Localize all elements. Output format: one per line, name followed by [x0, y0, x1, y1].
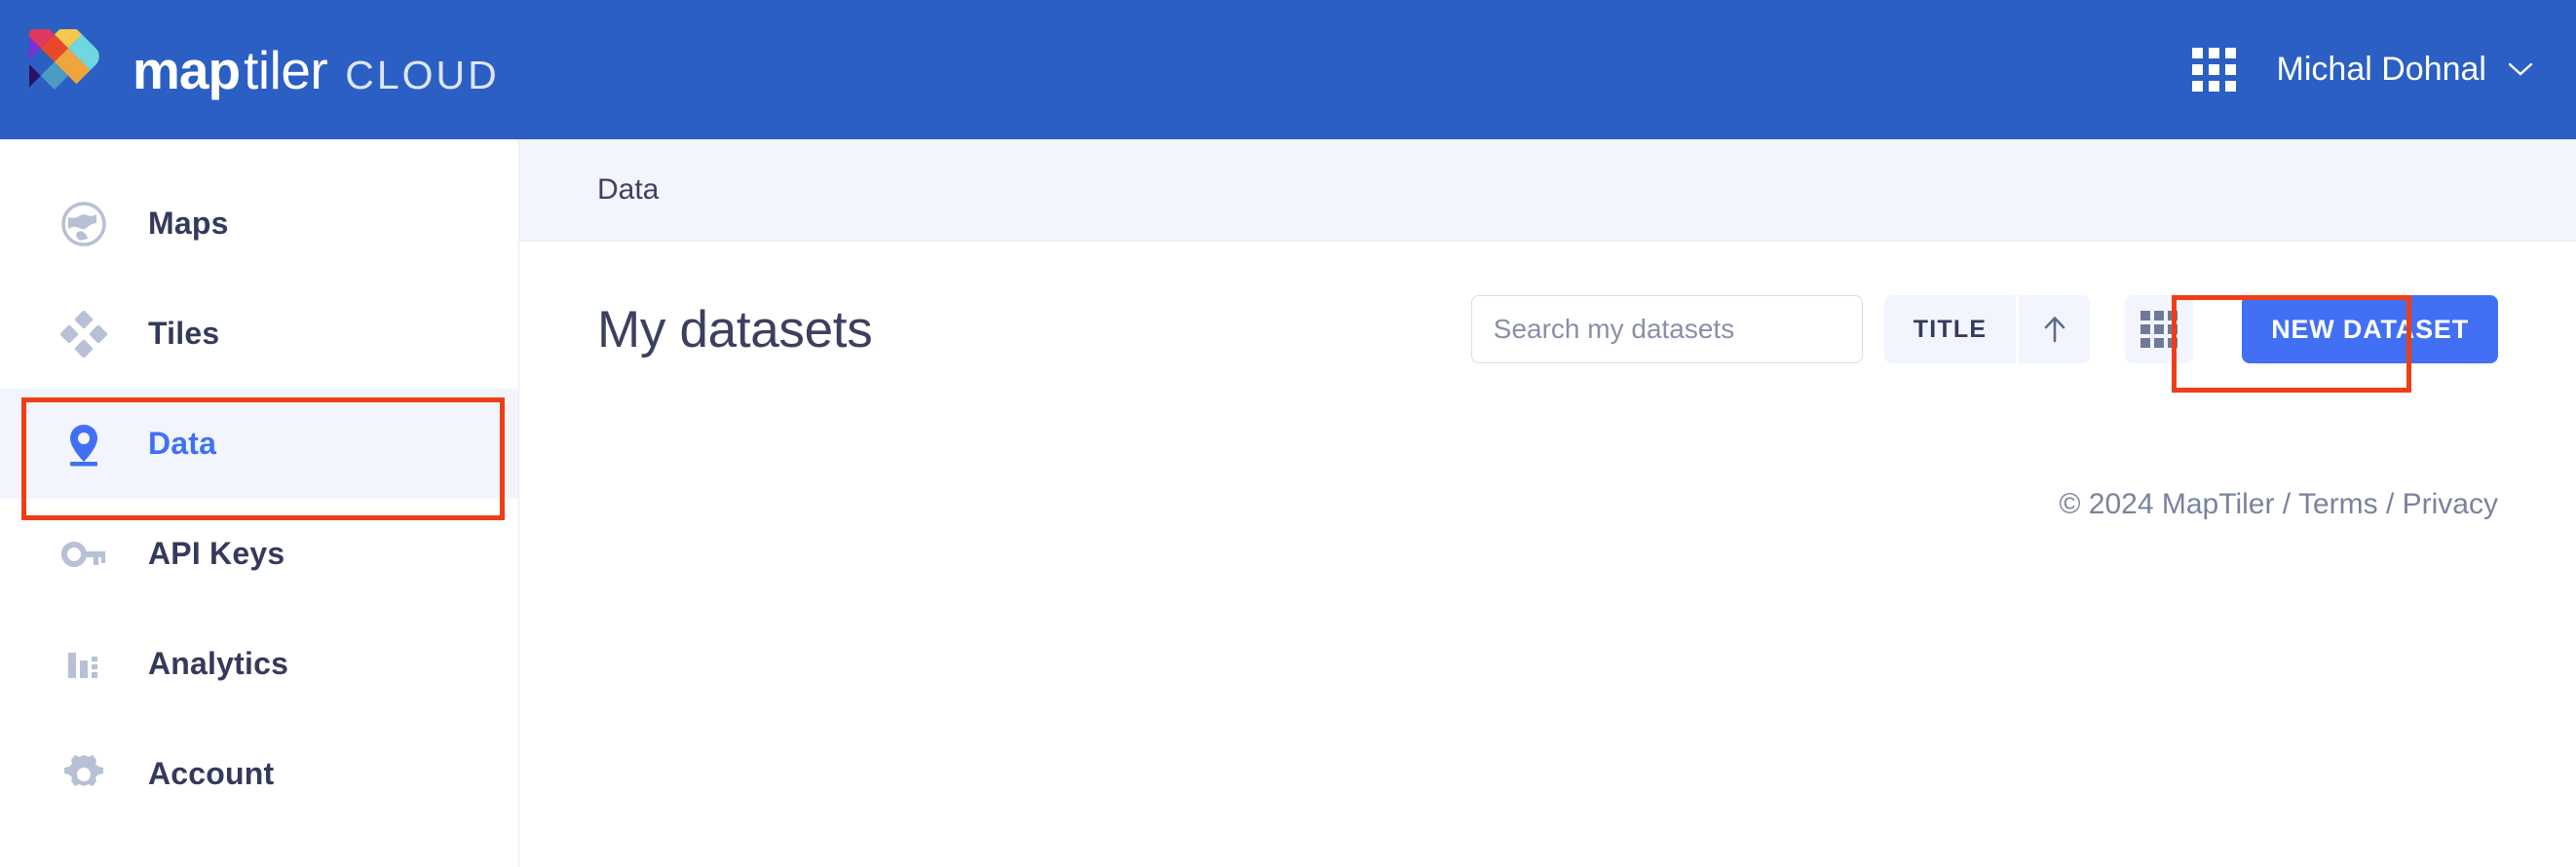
header-actions: Michal Dohnal [2191, 48, 2533, 92]
sidebar-item-analytics[interactable]: Analytics [0, 609, 518, 719]
sidebar-item-data[interactable]: Data [0, 389, 518, 499]
breadcrumb-item-data[interactable]: Data [597, 173, 659, 207]
arrow-up-icon [2044, 317, 2065, 343]
datasets-toolbar: My datasets TITLE NEW DATASE [597, 295, 2498, 363]
sidebar-item-label: Analytics [148, 646, 289, 681]
footer-separator-2: / [2385, 488, 2395, 520]
wordmark-cloud: CLOUD [345, 52, 500, 97]
main-content: Data My datasets TITLE [519, 139, 2576, 867]
footer-privacy-link[interactable]: Privacy [2403, 488, 2498, 520]
sidebar-item-label: Tiles [148, 316, 220, 351]
footer-terms-link[interactable]: Terms [2298, 488, 2378, 520]
sort-field-button[interactable]: TITLE [1883, 295, 2017, 363]
grid-view-toggle[interactable] [2125, 295, 2194, 363]
gear-icon [58, 751, 109, 798]
wordmark-tiler: tiler [244, 39, 328, 100]
toolbar-controls: TITLE NEW DATASET [1470, 295, 2498, 363]
breadcrumb: Data [519, 139, 2576, 242]
app-header: map tiler CLOUD Michal Dohnal [0, 0, 2576, 139]
tiles-icon [58, 310, 109, 358]
new-dataset-button[interactable]: NEW DATASET [2242, 295, 2498, 363]
datasets-panel: My datasets TITLE NEW DATASE [519, 242, 2576, 521]
sidebar-item-label: Data [148, 426, 217, 461]
footer-separator-1: / [2282, 488, 2292, 520]
sidebar-item-label: Account [148, 756, 275, 791]
grid-view-icon [2140, 311, 2178, 348]
sidebar-item-api-keys[interactable]: API Keys [0, 499, 518, 609]
brand-wordmark: map tiler CLOUD [133, 39, 500, 101]
user-menu[interactable]: Michal Dohnal [2277, 51, 2533, 89]
search-input[interactable] [1470, 295, 1863, 363]
sort-direction-button[interactable] [2019, 295, 2091, 363]
bar-chart-icon [58, 641, 109, 688]
maptiler-logo-icon [29, 28, 99, 90]
wordmark-map: map [133, 39, 241, 100]
user-name-label: Michal Dohnal [2276, 51, 2486, 88]
globe-icon [58, 201, 109, 247]
brand-logo[interactable]: map tiler CLOUD [29, 28, 500, 111]
footer-copyright: © 2024 MapTiler [2059, 488, 2275, 520]
key-icon [58, 531, 109, 578]
sidebar-item-label: Maps [148, 206, 229, 241]
sort-control: TITLE [1883, 295, 2091, 363]
chevron-down-icon [2508, 62, 2533, 76]
page-title: My datasets [597, 300, 873, 358]
sidebar-item-account[interactable]: Account [0, 719, 518, 829]
sidebar-item-tiles[interactable]: Tiles [0, 279, 518, 389]
apps-grid-icon[interactable] [2191, 48, 2236, 92]
map-pin-icon [58, 421, 109, 468]
sidebar-nav: Maps Tiles Data API Keys Analytics Accou… [0, 139, 519, 867]
sidebar-item-maps[interactable]: Maps [0, 169, 518, 279]
sidebar-item-label: API Keys [148, 536, 285, 571]
footer: © 2024 MapTiler / Terms / Privacy [597, 488, 2498, 521]
